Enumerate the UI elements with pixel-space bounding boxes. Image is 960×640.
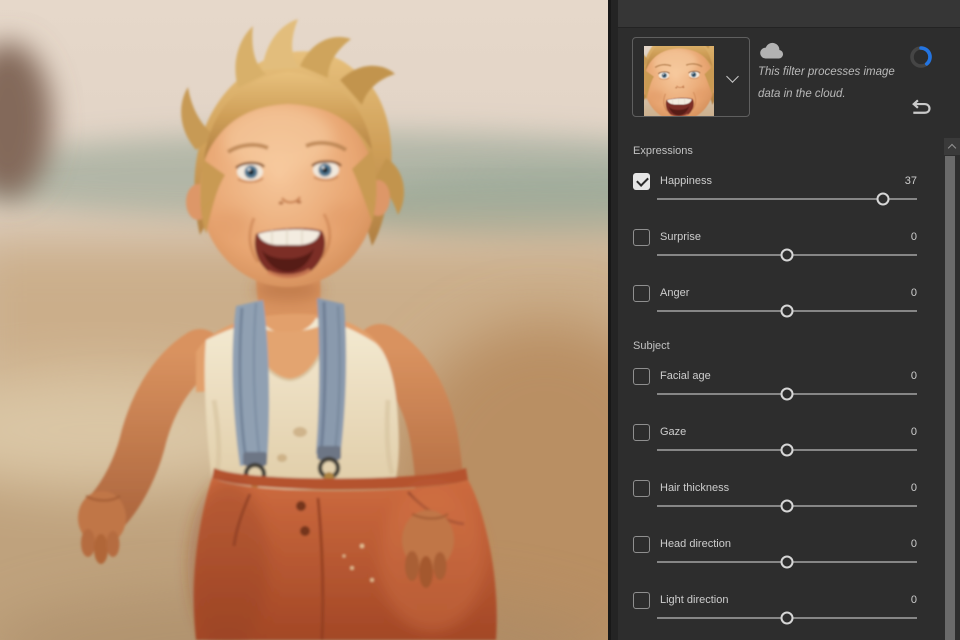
filter-row-facial-age: Facial age 0 <box>633 367 917 403</box>
slider-hair-thickness[interactable] <box>657 497 917 515</box>
slider-happiness[interactable] <box>657 190 917 208</box>
panel-scrollbar <box>944 138 960 640</box>
slider-facial-age[interactable] <box>657 385 917 403</box>
slider-handle-light-direction[interactable] <box>780 611 794 625</box>
label-head-direction: Head direction <box>660 538 731 550</box>
label-happiness: Happiness <box>660 175 712 187</box>
label-gaze: Gaze <box>660 426 687 438</box>
checkbox-hair-thickness[interactable] <box>633 479 650 497</box>
row-head-anger: Anger 0 <box>633 284 917 302</box>
slider-handle-facial-age[interactable] <box>780 387 794 401</box>
slider-head-direction[interactable] <box>657 553 917 571</box>
filter-row-light-direction: Light direction 0 <box>633 591 917 627</box>
checkbox-happiness[interactable] <box>633 172 650 190</box>
chevron-down-icon <box>726 70 739 83</box>
cloud-icon <box>760 42 784 59</box>
slider-handle-happiness[interactable] <box>876 192 890 206</box>
value-facial-age: 0 <box>910 370 917 382</box>
label-facial-age: Facial age <box>660 370 711 382</box>
row-head-facial-age: Facial age 0 <box>633 367 917 385</box>
face-selector-dropdown[interactable] <box>632 37 750 117</box>
label-anger: Anger <box>660 287 690 299</box>
value-head-direction: 0 <box>910 538 917 550</box>
section-title-subject: Subject <box>633 340 670 352</box>
slider-handle-hair-thickness[interactable] <box>780 499 794 513</box>
label-surprise: Surprise <box>660 231 701 243</box>
value-happiness: 37 <box>904 175 917 187</box>
panel-content: Expressions Happiness 37 Surprise 0 Anger 0 Sub… <box>618 145 960 640</box>
checkbox-head-direction[interactable] <box>633 535 650 553</box>
slider-handle-gaze[interactable] <box>780 443 794 457</box>
value-gaze: 0 <box>910 426 917 438</box>
checkbox-gaze[interactable] <box>633 423 650 441</box>
checkbox-anger[interactable] <box>633 284 650 302</box>
face-thumbnail <box>644 46 714 116</box>
value-anger: 0 <box>910 287 917 299</box>
row-head-hair-thickness: Hair thickness 0 <box>633 479 917 497</box>
filter-row-head-direction: Head direction 0 <box>633 535 917 571</box>
slider-handle-head-direction[interactable] <box>780 555 794 569</box>
panel-divider <box>608 0 618 640</box>
row-head-gaze: Gaze 0 <box>633 423 917 441</box>
row-head-light-direction: Light direction 0 <box>633 591 917 609</box>
label-light-direction: Light direction <box>660 594 729 606</box>
checkbox-facial-age[interactable] <box>633 367 650 385</box>
row-head-head-direction: Head direction 0 <box>633 535 917 553</box>
slider-handle-anger[interactable] <box>780 304 794 318</box>
smart-portrait-panel: This filter processes image data in the … <box>618 0 960 640</box>
neural-filters-window: This filter processes image data in the … <box>0 0 960 640</box>
scroll-up-button[interactable] <box>944 138 960 155</box>
filter-row-surprise: Surprise 0 <box>633 228 917 264</box>
filter-row-gaze: Gaze 0 <box>633 423 917 459</box>
filter-row-anger: Anger 0 <box>633 284 917 320</box>
value-light-direction: 0 <box>910 594 917 606</box>
checkbox-surprise[interactable] <box>633 228 650 246</box>
value-surprise: 0 <box>910 231 917 243</box>
slider-anger[interactable] <box>657 302 917 320</box>
reset-icon[interactable] <box>910 97 932 116</box>
image-preview <box>0 0 608 640</box>
slider-handle-surprise[interactable] <box>780 248 794 262</box>
slider-light-direction[interactable] <box>657 609 917 627</box>
filter-row-happiness: Happiness 37 <box>633 172 917 208</box>
slider-gaze[interactable] <box>657 441 917 459</box>
panel-header: This filter processes image data in the … <box>618 28 960 145</box>
label-hair-thickness: Hair thickness <box>660 482 730 494</box>
panel-topbar <box>618 0 960 28</box>
row-head-happiness: Happiness 37 <box>633 172 917 190</box>
row-head-surprise: Surprise 0 <box>633 228 917 246</box>
beach-photo <box>0 0 608 640</box>
slider-surprise[interactable] <box>657 246 917 264</box>
filter-row-hair-thickness: Hair thickness 0 <box>633 479 917 515</box>
checkbox-light-direction[interactable] <box>633 591 650 609</box>
cloud-processing-hint: This filter processes image data in the … <box>758 66 895 100</box>
value-hair-thickness: 0 <box>910 482 917 494</box>
section-title-expressions: Expressions <box>633 145 693 157</box>
chevron-up-icon <box>947 143 956 152</box>
progress-spinner <box>910 46 932 68</box>
scrollbar-thumb[interactable] <box>945 156 955 640</box>
